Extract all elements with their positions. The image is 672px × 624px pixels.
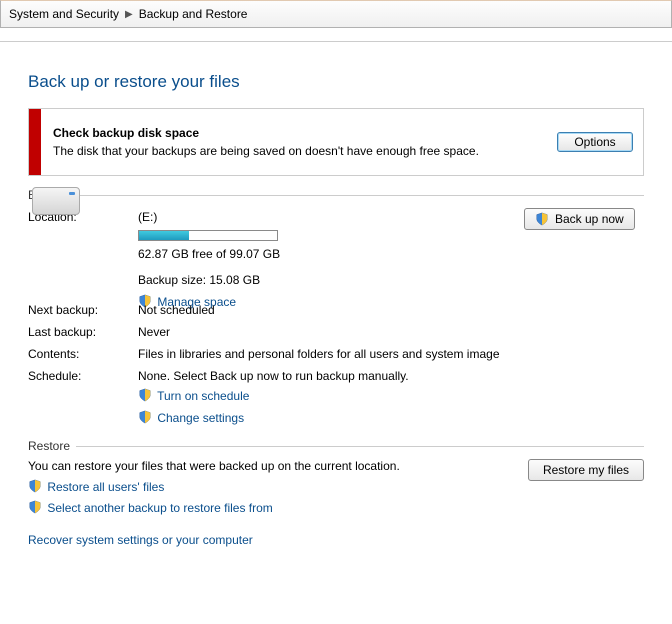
chevron-right-icon[interactable]: ▶ <box>125 9 133 20</box>
turn-on-schedule-link[interactable]: Turn on schedule <box>157 389 249 403</box>
shield-icon <box>535 212 549 226</box>
shield-icon <box>28 500 42 514</box>
shield-icon <box>138 388 152 402</box>
disk-space-bar <box>138 230 278 241</box>
label-contents: Contents: <box>28 345 138 363</box>
recover-system-link[interactable]: Recover system settings or your computer <box>28 533 253 547</box>
drive-icon <box>32 187 80 215</box>
label-location: Location: <box>28 208 138 311</box>
drive-letter: (E:) <box>138 208 504 226</box>
restore-desc: You can restore your files that were bac… <box>28 459 528 473</box>
label-last-backup: Last backup: <box>28 323 138 341</box>
breadcrumb-item-system-security[interactable]: System and Security <box>9 7 119 21</box>
page-title: Back up or restore your files <box>28 72 644 92</box>
alert-stripe <box>29 109 41 175</box>
restore-my-files-button[interactable]: Restore my files <box>528 459 644 481</box>
restore-all-users-link[interactable]: Restore all users' files <box>47 480 164 494</box>
alert-desc: The disk that your backups are being sav… <box>53 144 545 158</box>
value-schedule: None. Select Back up now to run backup m… <box>138 367 624 385</box>
select-another-backup-link[interactable]: Select another backup to restore files f… <box>47 501 272 515</box>
shield-icon <box>138 410 152 424</box>
shield-icon <box>28 479 42 493</box>
label-next-backup: Next backup: <box>28 301 138 319</box>
backup-size-text: Backup size: 15.08 GB <box>138 271 504 289</box>
breadcrumb-item-backup-restore[interactable]: Backup and Restore <box>139 7 248 21</box>
options-button[interactable]: Options <box>557 132 633 152</box>
value-next-backup: Not scheduled <box>138 301 644 319</box>
breadcrumb: System and Security ▶ Backup and Restore <box>0 0 672 28</box>
label-schedule: Schedule: <box>28 367 138 427</box>
value-contents: Files in libraries and personal folders … <box>138 345 644 363</box>
value-last-backup: Never <box>138 323 644 341</box>
back-up-now-button[interactable]: Back up now <box>524 208 635 230</box>
alert-title: Check backup disk space <box>53 126 545 140</box>
change-settings-link[interactable]: Change settings <box>157 411 244 425</box>
free-space-text: 62.87 GB free of 99.07 GB <box>138 245 504 263</box>
restore-section-heading: Restore <box>28 439 644 453</box>
alert-banner: Check backup disk space The disk that yo… <box>28 108 644 176</box>
